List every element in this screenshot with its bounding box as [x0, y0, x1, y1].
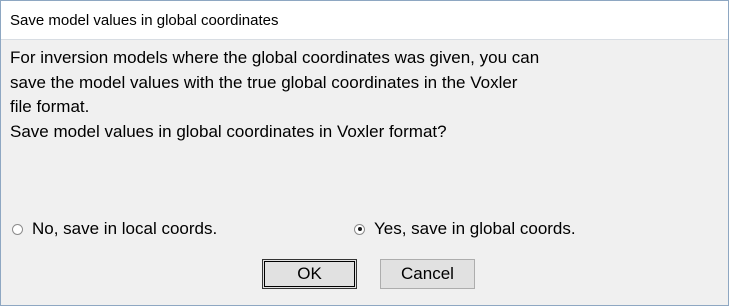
dialog-message: For inversion models where the global co… — [10, 46, 715, 144]
dialog-title: Save model values in global coordinates — [10, 12, 279, 29]
radio-label-global[interactable]: Yes, save in global coords. — [374, 219, 576, 239]
radio-button-local[interactable] — [12, 223, 23, 235]
title-bar[interactable]: Save model values in global coordinates — [1, 1, 728, 40]
radio-button-global[interactable] — [354, 223, 365, 235]
cancel-button[interactable]: Cancel — [380, 259, 475, 289]
radio-option-local[interactable]: No, save in local coords. — [12, 217, 217, 241]
message-line: Save model values in global coordinates … — [10, 121, 447, 141]
message-line: For inversion models where the global co… — [10, 48, 540, 67]
dialog-window: Save model values in global coordinates … — [0, 0, 729, 306]
dialog-body: For inversion models where the global co… — [1, 40, 728, 305]
radio-label-local[interactable]: No, save in local coords. — [32, 219, 217, 239]
radio-option-global[interactable]: Yes, save in global coords. — [354, 217, 576, 241]
message-line: save the model values with the true glob… — [10, 72, 518, 92]
ok-button[interactable]: OK — [262, 259, 357, 289]
message-line: file format. — [10, 97, 90, 116]
